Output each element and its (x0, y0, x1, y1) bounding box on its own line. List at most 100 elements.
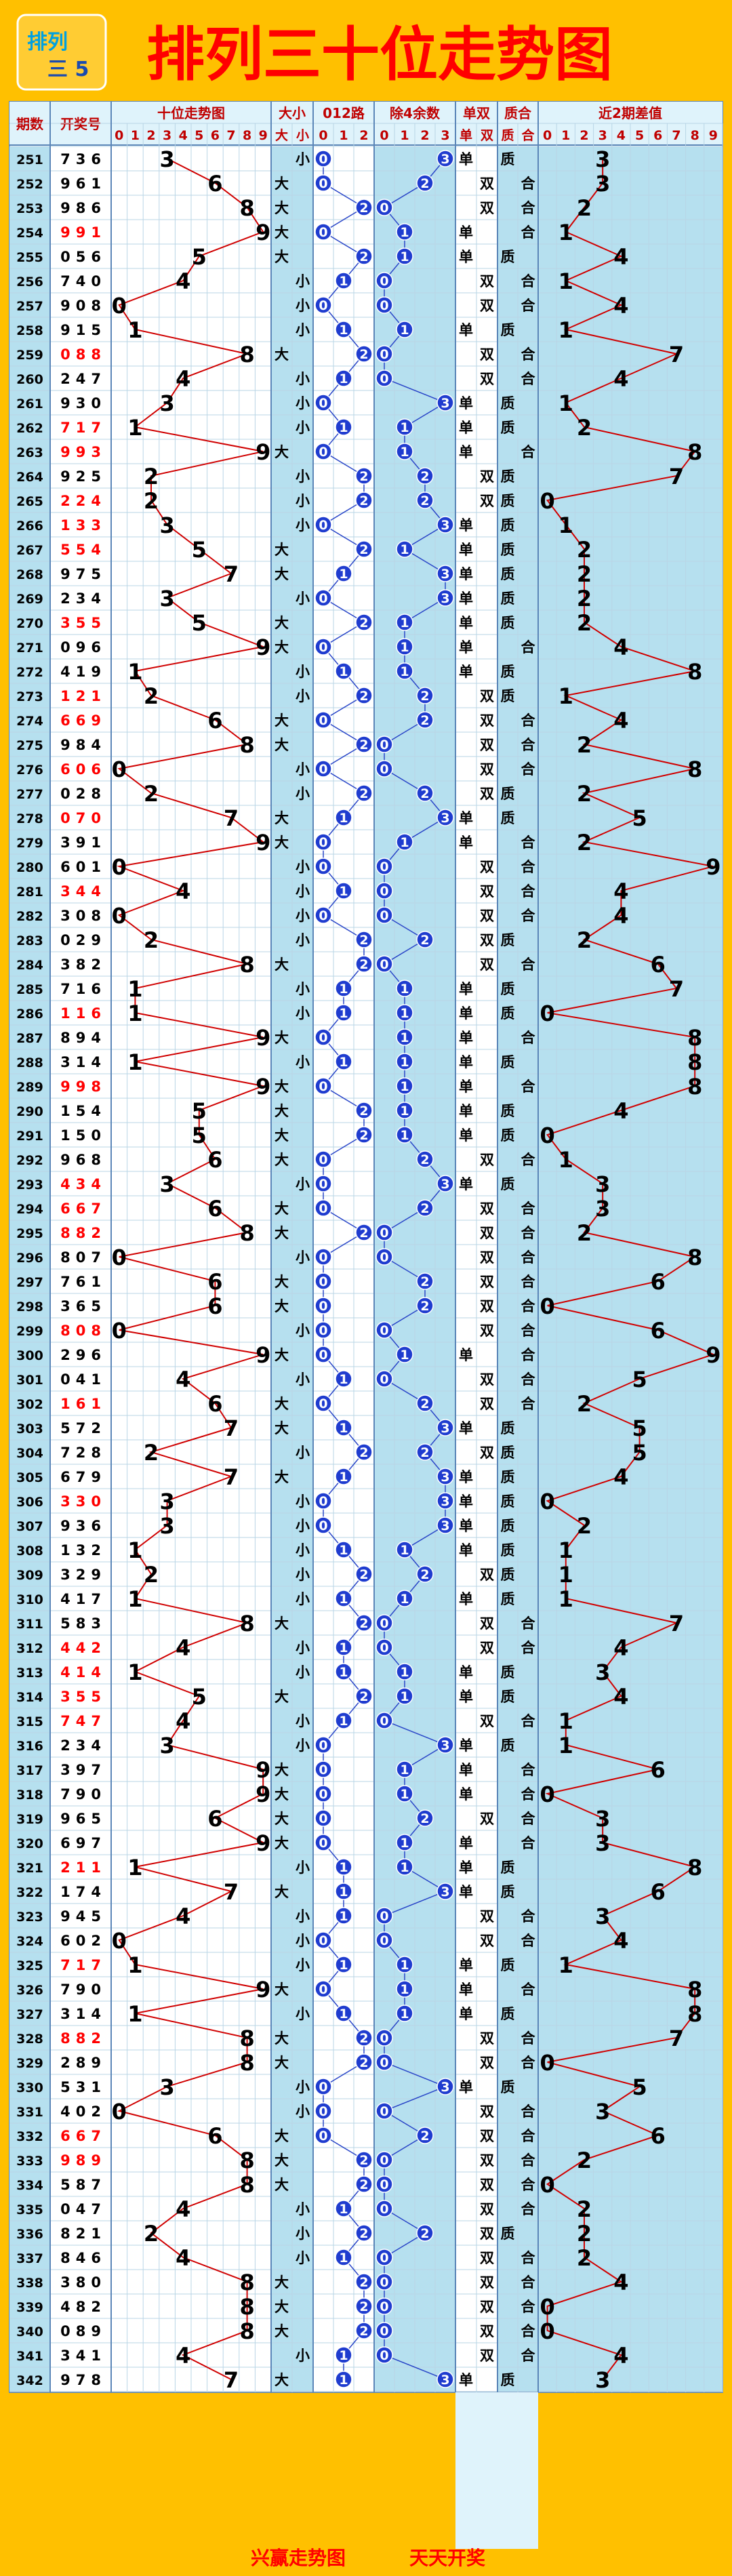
diff-digit-mark: 8 (687, 1049, 702, 1075)
header-tens-digit: 4 (179, 128, 188, 143)
tens-digit-mark: 3 (159, 1513, 174, 1539)
draw-number: 915 (60, 322, 101, 338)
header-mod4: 除4余数 (390, 105, 441, 121)
prime-composite-mark: 质 (501, 1884, 515, 1900)
prime-composite-mark: 合 (521, 2348, 536, 2364)
tens-digit-mark: 7 (224, 561, 239, 587)
big-small-mark: 大 (274, 1884, 289, 1900)
tens-digit-mark: 1 (127, 2001, 142, 2027)
tens-digit-mark: 6 (207, 1196, 222, 1222)
route012-mark-value: 2 (359, 689, 368, 704)
period-number: 283 (16, 933, 43, 948)
odd-even-mark: 双 (480, 737, 494, 753)
odd-even-mark: 双 (480, 859, 494, 875)
prime-composite-mark: 合 (521, 2152, 536, 2169)
diff-digit-mark: 8 (687, 439, 702, 465)
diff-digit-mark: 4 (613, 293, 628, 319)
diff-digit-mark: 2 (577, 561, 592, 587)
mod4-mark-value: 0 (380, 860, 388, 874)
tens-digit-mark: 3 (159, 1733, 174, 1758)
draw-number: 728 (60, 1445, 101, 1461)
odd-even-mark: 单 (459, 615, 473, 631)
odd-even-mark: 双 (480, 1811, 494, 1827)
big-small-mark: 大 (274, 639, 289, 656)
mod4-mark-value: 0 (380, 1372, 388, 1387)
route012-mark-value: 0 (319, 1323, 327, 1338)
odd-even-mark: 双 (480, 2152, 494, 2169)
odd-even-mark: 单 (459, 1957, 473, 1973)
route012-mark-value: 2 (359, 1616, 368, 1631)
tens-digit-mark: 4 (176, 1708, 190, 1734)
prime-composite-mark: 合 (521, 1713, 536, 1729)
draw-number: 047 (60, 2201, 101, 2217)
diff-digit-mark: 3 (595, 1806, 610, 1832)
prime-composite-mark: 合 (521, 273, 536, 289)
period-number: 286 (16, 1007, 43, 1022)
tens-digit-mark: 8 (239, 2270, 254, 2295)
route012-mark-value: 2 (359, 1567, 368, 1582)
diff-digit-mark: 5 (632, 1440, 647, 1466)
prime-composite-mark: 合 (521, 1762, 536, 1778)
big-small-mark: 小 (296, 1445, 310, 1461)
period-number: 339 (16, 2300, 43, 2315)
route012-mark-value: 2 (359, 347, 368, 362)
tens-digit-mark: 2 (144, 2221, 159, 2247)
odd-even-mark: 单 (459, 151, 473, 167)
prime-composite-mark: 合 (521, 2030, 536, 2047)
diff-digit-mark: 0 (540, 488, 554, 514)
diff-digit-mark: 2 (577, 610, 592, 636)
draw-number: 601 (60, 859, 101, 875)
draw-number: 414 (60, 1664, 101, 1681)
diff-digit-mark: 4 (613, 1635, 628, 1661)
draw-number: 930 (60, 395, 101, 411)
tens-digit-mark: 5 (192, 1684, 207, 1710)
header-diff-digit: 6 (653, 128, 662, 143)
big-small-mark: 小 (296, 1249, 310, 1266)
odd-even-mark: 双 (480, 883, 494, 900)
tens-digit-mark: 9 (256, 1977, 270, 2003)
prime-composite-mark: 质 (501, 468, 515, 485)
draw-number: 807 (60, 1249, 101, 1266)
header-tens-trend: 十位走势图 (157, 105, 225, 121)
period-number: 328 (16, 2032, 43, 2047)
prime-composite-mark: 合 (521, 200, 536, 216)
big-small-mark: 小 (296, 2226, 310, 2242)
diff-digit-mark: 5 (632, 805, 647, 831)
tens-digit-mark: 7 (224, 1415, 239, 1441)
tens-digit-mark: 4 (176, 2343, 190, 2369)
prime-composite-mark: 质 (501, 810, 515, 826)
odd-even-mark: 单 (459, 1469, 473, 1485)
route012-mark-value: 0 (319, 1787, 327, 1802)
period-number: 293 (16, 1178, 43, 1192)
tens-digit-mark: 4 (176, 1904, 190, 1929)
tens-digit-mark: 0 (112, 2099, 127, 2125)
route012-mark-value: 1 (339, 1958, 348, 1973)
big-small-mark: 小 (296, 883, 310, 900)
prime-composite-mark: 合 (521, 908, 536, 924)
route012-mark-value: 2 (359, 933, 368, 948)
header-prime-sub: 质 (501, 128, 514, 143)
draw-number: 308 (60, 908, 101, 924)
route012-mark-value: 1 (339, 1885, 348, 1899)
diff-digit-mark: 7 (669, 1611, 684, 1636)
odd-even-mark: 双 (480, 2128, 494, 2144)
prime-composite-mark: 合 (521, 2104, 536, 2120)
period-number: 312 (16, 1641, 43, 1656)
big-small-mark: 小 (296, 2079, 310, 2095)
odd-even-mark: 双 (480, 908, 494, 924)
big-small-mark: 大 (274, 1396, 289, 1412)
diff-digit-mark: 2 (577, 586, 592, 611)
odd-even-mark: 单 (459, 1835, 473, 1851)
tens-digit-mark: 3 (159, 1171, 174, 1197)
period-number: 261 (16, 397, 43, 411)
route012-mark-value: 2 (359, 2031, 368, 2046)
odd-even-mark: 单 (459, 322, 473, 338)
mod4-mark-value: 2 (420, 1811, 429, 1826)
prime-composite-mark: 合 (521, 2201, 536, 2217)
diff-digit-mark: 8 (687, 1977, 702, 2003)
prime-composite-mark: 质 (501, 786, 515, 802)
diff-digit-mark: 1 (558, 317, 573, 343)
big-small-mark: 小 (296, 517, 310, 534)
period-number: 324 (16, 1934, 43, 1949)
draw-number: 224 (60, 493, 101, 509)
